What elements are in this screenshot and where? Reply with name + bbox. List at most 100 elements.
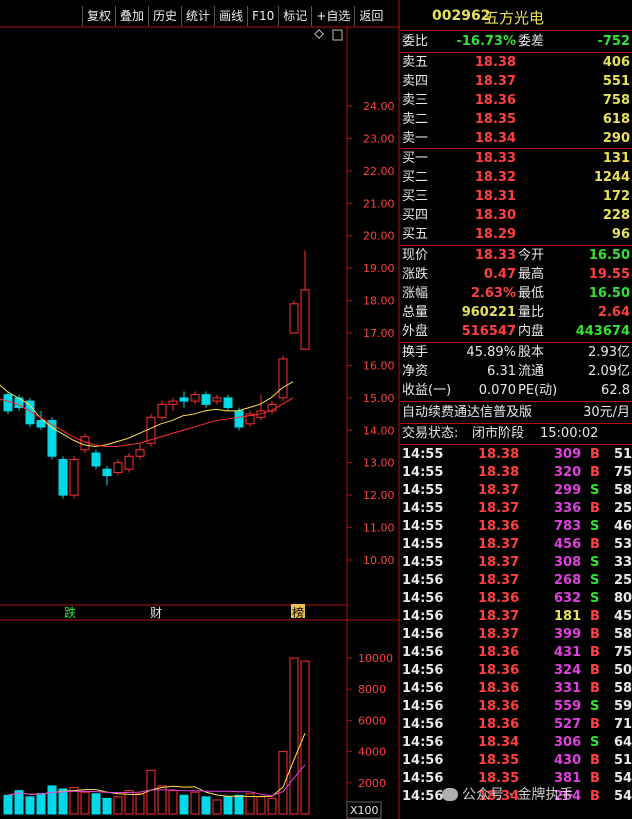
volume-bar[interactable] [234,794,244,815]
candle[interactable] [135,449,145,457]
event-marker[interactable]: 跌 [64,605,76,620]
tick-row[interactable]: 14:55 18.38 320 B 75 [400,464,632,482]
tick-row[interactable]: 14:55 18.37 299 S 58 [400,482,632,500]
volume-bar[interactable] [58,788,68,815]
tick-row[interactable]: 14:55 18.38 309 B 51 [400,446,632,464]
ask-label: 卖二 [402,112,429,127]
volume-bar[interactable] [179,794,189,815]
weibi-label: 委比 [402,34,429,49]
bid-label: 买一 [402,151,429,166]
diamond-icon[interactable] [314,29,324,39]
tick-row[interactable]: 14:56 18.36 527 B 71 [400,716,632,734]
kline-chart-area[interactable]: 复权 叠加 历史 统计 画线 F10 标记 +自选 返回 24.00 23.00 22.00 21.0… [0,0,400,819]
volume-bar[interactable] [3,794,13,815]
tick-row[interactable]: 14:56 18.37 181 B 45 [400,608,632,626]
tick-side: B [590,681,600,696]
candle[interactable] [124,455,134,470]
ask-volume: 290 [602,131,630,146]
tick-row[interactable]: 14:56 18.36 324 B 50 [400,662,632,680]
candle[interactable] [113,462,123,473]
volume-bar[interactable] [256,796,266,815]
candle[interactable] [190,394,200,402]
tick-count: 51 [614,447,632,462]
tick-side: B [590,771,600,786]
promo-row[interactable]: 自动续费通达信普及版 30元/月 [400,404,632,422]
candle[interactable] [201,394,211,405]
ask-label: 卖五 [402,55,429,70]
tick-time: 14:56 [402,771,444,786]
promo-price[interactable]: 30元/月 [583,404,630,422]
candle[interactable] [179,397,189,402]
volume-bar[interactable] [300,660,310,815]
volume-bar[interactable] [278,751,288,815]
volume-bar[interactable] [267,797,277,815]
bid-row: 买一 18.33 131 [400,150,632,168]
tick-row[interactable]: 14:56 18.37 268 S 25 [400,572,632,590]
candle[interactable] [234,410,244,428]
volume-bar[interactable] [212,799,222,815]
volume-bar[interactable] [190,791,200,815]
volume-bar[interactable] [25,796,35,815]
tick-row[interactable]: 14:56 18.36 431 B 75 [400,644,632,662]
status-row: 交易状态: 闭市阶段 15:00:02 [400,425,632,443]
ask-price: 18.35 [474,112,516,127]
tick-row[interactable]: 14:56 18.34 306 S 64 [400,734,632,752]
kline-chart[interactable]: 24.00 23.00 22.00 21.00 20.00 19.00 18.00 17.00… [0,0,400,819]
candle[interactable] [278,358,288,399]
candle[interactable] [168,400,178,405]
tick-side: S [590,519,600,534]
tick-row[interactable]: 14:56 18.36 331 B 58 [400,680,632,698]
ask-price: 18.34 [474,131,516,146]
volume-bar[interactable] [36,793,46,815]
tick-row[interactable]: 14:55 18.37 456 B 53 [400,536,632,554]
volume-bar[interactable] [102,797,112,815]
tick-price: 18.36 [478,591,520,606]
volume-bar[interactable] [113,796,123,815]
tick-side: B [590,789,600,804]
volume-bar[interactable] [91,793,101,815]
divider [400,401,632,402]
divider [400,444,632,445]
candle[interactable] [300,289,310,350]
tick-row[interactable]: 14:56 18.37 399 B 58 [400,626,632,644]
candle[interactable] [36,420,46,428]
ask-label: 卖三 [402,93,429,108]
candle[interactable] [157,403,167,418]
tick-row[interactable]: 14:55 18.37 336 B 25 [400,500,632,518]
candle[interactable] [25,400,35,425]
volume-bar[interactable] [80,791,90,815]
event-marker[interactable]: 财 [150,606,162,620]
volume-bar[interactable] [146,769,156,815]
tick-row[interactable]: 14:55 18.36 783 S 46 [400,518,632,536]
candle[interactable] [69,458,79,496]
volume-bar[interactable] [135,793,145,815]
candle[interactable] [91,452,101,467]
tick-volume: 632 [554,591,582,606]
bid-volume: 131 [602,151,630,166]
stat-label: 最高 [518,267,545,282]
weibi-row: 委比 -16.73% 委差 -752 [400,33,632,51]
tick-side: B [590,753,600,768]
volume-bar[interactable] [47,785,57,815]
promo-text[interactable]: 自动续费通达信普及版 [402,404,532,422]
volume-bar[interactable] [14,790,24,815]
event-marker[interactable]: 榜 [292,605,304,620]
window-icon[interactable] [332,29,343,41]
candle[interactable] [58,458,68,496]
tick-row[interactable]: 14:56 18.35 430 B 51 [400,752,632,770]
tick-row[interactable]: 14:55 18.37 308 S 33 [400,554,632,572]
volume-bar[interactable] [168,790,178,815]
volume-bar[interactable] [201,796,211,815]
candle[interactable] [289,303,299,334]
candle[interactable] [212,397,222,402]
stat-label: 股本 [518,345,545,360]
tick-volume: 324 [554,663,582,678]
volume-bar[interactable] [223,796,233,815]
volume-bar[interactable] [289,657,299,815]
tick-row[interactable]: 14:56 18.36 559 S 59 [400,698,632,716]
tick-row[interactable]: 14:56 18.36 632 S 80 [400,590,632,608]
candle[interactable] [223,397,233,409]
tick-side: B [590,447,600,462]
candle[interactable] [102,468,112,477]
tick-price: 18.37 [478,483,520,498]
